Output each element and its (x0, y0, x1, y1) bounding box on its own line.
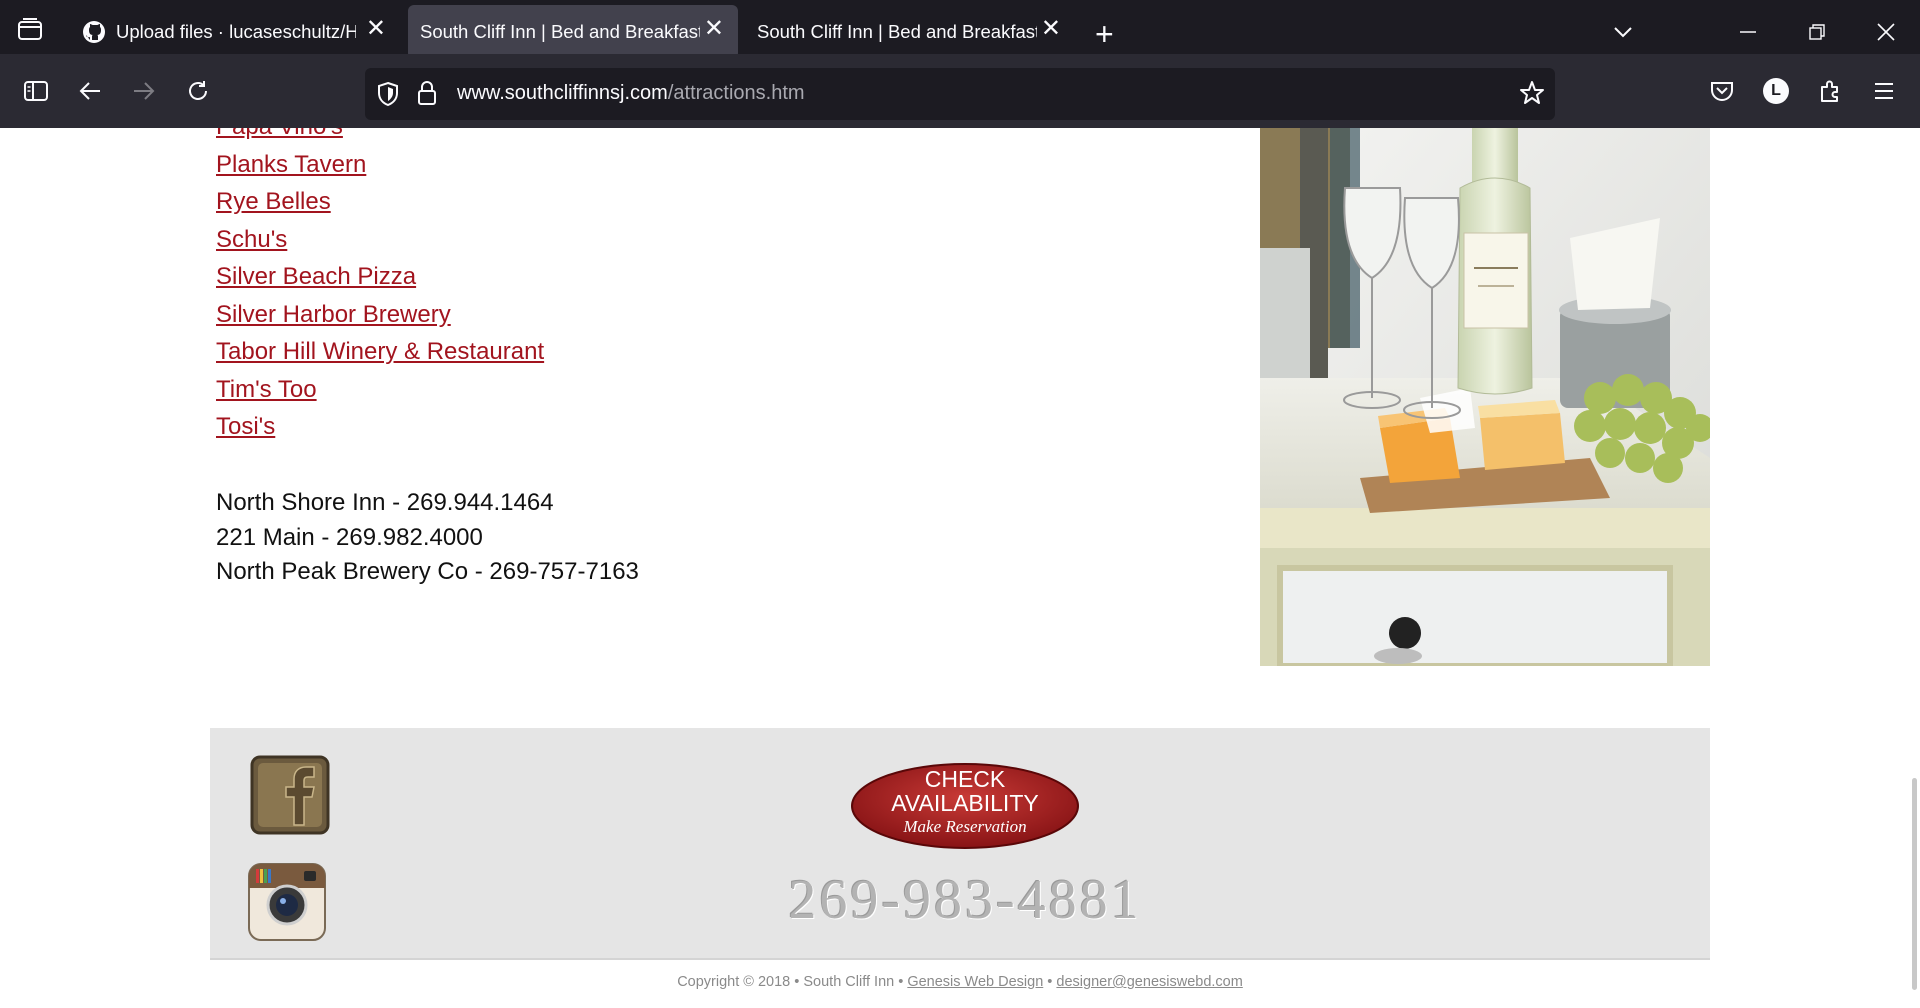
copyright-line: Copyright © 2018 • South Cliff Inn • Gen… (0, 974, 1920, 990)
tab-label: South Cliff Inn | Bed and Breakfast | (420, 21, 700, 42)
hamburger-menu-icon[interactable] (1864, 71, 1904, 111)
back-arrow-icon[interactable] (70, 71, 110, 111)
minimize-icon[interactable] (1728, 12, 1768, 52)
url-domain: www.southcliffinnsj.com (457, 82, 668, 104)
close-tab-icon[interactable]: ✕ (1041, 17, 1061, 41)
restaurant-link-papa-vinos[interactable]: Papa Vino's (216, 128, 544, 146)
contact-north-peak-brewery: North Peak Brewery Co - 269-757-7163 (216, 558, 639, 585)
restaurant-link-tosis[interactable]: Tosi's (216, 408, 544, 446)
instagram-icon[interactable] (248, 863, 326, 941)
url-text[interactable]: www.southcliffinnsj.com/attractions.htm (457, 82, 805, 105)
check-availability-button[interactable]: CHECK AVAILABILITY Make Reservation (850, 762, 1080, 850)
restore-icon[interactable] (1797, 12, 1837, 52)
scrollbar-thumb[interactable] (1912, 778, 1917, 990)
list-all-tabs-chevron-icon[interactable] (1603, 12, 1643, 52)
reload-icon[interactable] (178, 71, 218, 111)
restaurant-link-silver-harbor-brewery[interactable]: Silver Harbor Brewery (216, 296, 544, 334)
github-icon (82, 20, 106, 44)
tab-bar: Upload files · lucaseschultz/HTT ✕ South… (0, 0, 1920, 59)
firefox-view-icon[interactable] (8, 8, 52, 52)
check-availability-line2: AVAILABILITY (891, 790, 1039, 816)
restaurant-link-list: Papa Vino's Planks Tavern Rye Belles Sch… (216, 128, 544, 446)
designer-email-link[interactable]: designer@genesiswebd.com (1056, 974, 1242, 990)
tab-south-cliff[interactable]: South Cliff Inn | Bed and Breakfast | ✕ (745, 5, 1075, 59)
facebook-icon[interactable] (250, 755, 330, 835)
contact-221-main: 221 Main - 269.982.4000 (216, 523, 483, 551)
sidebar-icon[interactable] (16, 71, 56, 111)
lock-icon[interactable] (417, 80, 437, 111)
designer-link[interactable]: Genesis Web Design (907, 974, 1043, 990)
tracking-protection-shield-icon[interactable] (377, 81, 399, 112)
close-tab-icon[interactable]: ✕ (704, 17, 724, 41)
bookmark-star-icon[interactable] (1519, 80, 1545, 111)
tab-github-upload[interactable]: Upload files · lucaseschultz/HTT ✕ (70, 5, 400, 59)
forward-arrow-icon[interactable] (124, 71, 164, 111)
footer: CHECK AVAILABILITY Make Reservation 269-… (210, 728, 1710, 960)
extensions-puzzle-icon[interactable] (1810, 71, 1850, 111)
close-tab-icon[interactable]: ✕ (366, 17, 386, 41)
contact-list: North Shore Inn - 269.944.1464 221 Main … (216, 486, 639, 590)
pocket-icon[interactable] (1702, 71, 1742, 111)
make-reservation-label: Make Reservation (903, 817, 1027, 836)
navigation-toolbar: www.southcliffinnsj.com/attractions.htm … (0, 54, 1920, 128)
contact-north-shore-inn: North Shore Inn - 269.944.1464 (216, 489, 554, 516)
wine-cheese-photo (1260, 128, 1710, 666)
restaurant-link-rye-belles[interactable]: Rye Belles (216, 183, 544, 221)
restaurant-link-tabor-hill[interactable]: Tabor Hill Winery & Restaurant (216, 333, 544, 371)
restaurant-link-tims-too[interactable]: Tim's Too (216, 371, 544, 409)
new-tab-plus-icon[interactable]: + (1095, 12, 1114, 56)
restaurant-link-planks-tavern[interactable]: Planks Tavern (216, 146, 544, 184)
tab-south-cliff-active[interactable]: South Cliff Inn | Bed and Breakfast | ✕ (408, 5, 738, 59)
close-window-icon[interactable] (1866, 12, 1906, 52)
restaurant-link-silver-beach-pizza[interactable]: Silver Beach Pizza (216, 258, 544, 296)
copyright-separator: • (1047, 974, 1053, 990)
phone-number: 269-983-4881 (788, 869, 1142, 931)
account-initial: L (1763, 78, 1789, 104)
tab-label: Upload files · lucaseschultz/HTT (116, 21, 356, 42)
tab-label: South Cliff Inn | Bed and Breakfast | (757, 21, 1037, 42)
restaurant-link-schus[interactable]: Schu's (216, 221, 544, 259)
check-availability-line1: CHECK (924, 766, 1006, 792)
url-path: /attractions.htm (667, 82, 805, 104)
copyright-text: Copyright © 2018 • South Cliff Inn • (677, 974, 904, 990)
account-avatar-icon[interactable]: L (1756, 71, 1796, 111)
url-bar[interactable]: www.southcliffinnsj.com/attractions.htm (365, 68, 1555, 120)
page-viewport: Papa Vino's Planks Tavern Rye Belles Sch… (0, 128, 1920, 1008)
